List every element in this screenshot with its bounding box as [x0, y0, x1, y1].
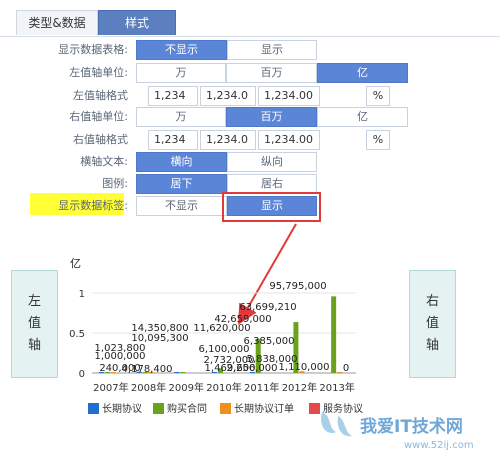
bar-2 — [331, 296, 337, 373]
data-label: 63,699,210 — [239, 302, 296, 313]
bar-3 — [337, 372, 343, 373]
x-tick-label: 2009年 — [169, 381, 204, 394]
x-tick-label: 2007年 — [93, 381, 128, 394]
legend-item-2: 购买合同 — [153, 403, 207, 416]
data-label: 2,256,000 — [227, 363, 278, 374]
y-tick-label: 0.5 — [69, 329, 85, 340]
watermark-title: 我爱IT技术网 — [360, 416, 463, 437]
bar-chart: 0 0.5 1 2007年 2008年 2009年 2010年 2011年 2012年 2013年… — [69, 281, 356, 394]
data-label: 1,000,000 — [95, 351, 146, 362]
bar-2 — [180, 372, 186, 373]
data-label: 0 — [343, 363, 349, 374]
x-tick-label: 2010年 — [206, 381, 241, 394]
x-tick-label: 2008年 — [131, 381, 166, 394]
legend-swatch-2 — [153, 403, 164, 414]
watermark: 我爱IT技术网 www.52ij.com — [308, 406, 498, 452]
data-label: 6,100,000 — [199, 344, 250, 355]
watermark-url: www.52ij.com — [404, 440, 474, 451]
data-label: 10,095,300 — [131, 333, 188, 344]
data-label: 1,110,000 — [279, 362, 330, 373]
legend-swatch-3 — [220, 403, 231, 414]
legend-swatch-1 — [88, 403, 99, 414]
data-label: 95,795,000 — [269, 281, 326, 292]
x-tick-label: 2011年 — [244, 381, 279, 394]
data-label: 4,178,400 — [122, 364, 173, 375]
bar-1 — [174, 372, 180, 373]
legend-label-1: 长期协议 — [102, 404, 142, 415]
watermark-logo-icon: 我爱IT技术网 www.52ij.com — [321, 412, 474, 451]
legend-label-2: 购买合同 — [167, 404, 207, 415]
y-tick-label: 0 — [79, 369, 85, 380]
x-tick-label: 2012年 — [282, 381, 317, 394]
data-label: 42,659,000 — [214, 314, 271, 325]
y-tick-label: 1 — [79, 289, 85, 300]
legend-label-3: 长期协议订单 — [234, 404, 294, 415]
legend-item-1: 长期协议 — [88, 403, 142, 416]
data-label: 6,385,000 — [244, 336, 295, 347]
legend-item-3: 长期协议订单 — [220, 403, 294, 416]
x-tick-label: 2013年 — [319, 381, 354, 394]
